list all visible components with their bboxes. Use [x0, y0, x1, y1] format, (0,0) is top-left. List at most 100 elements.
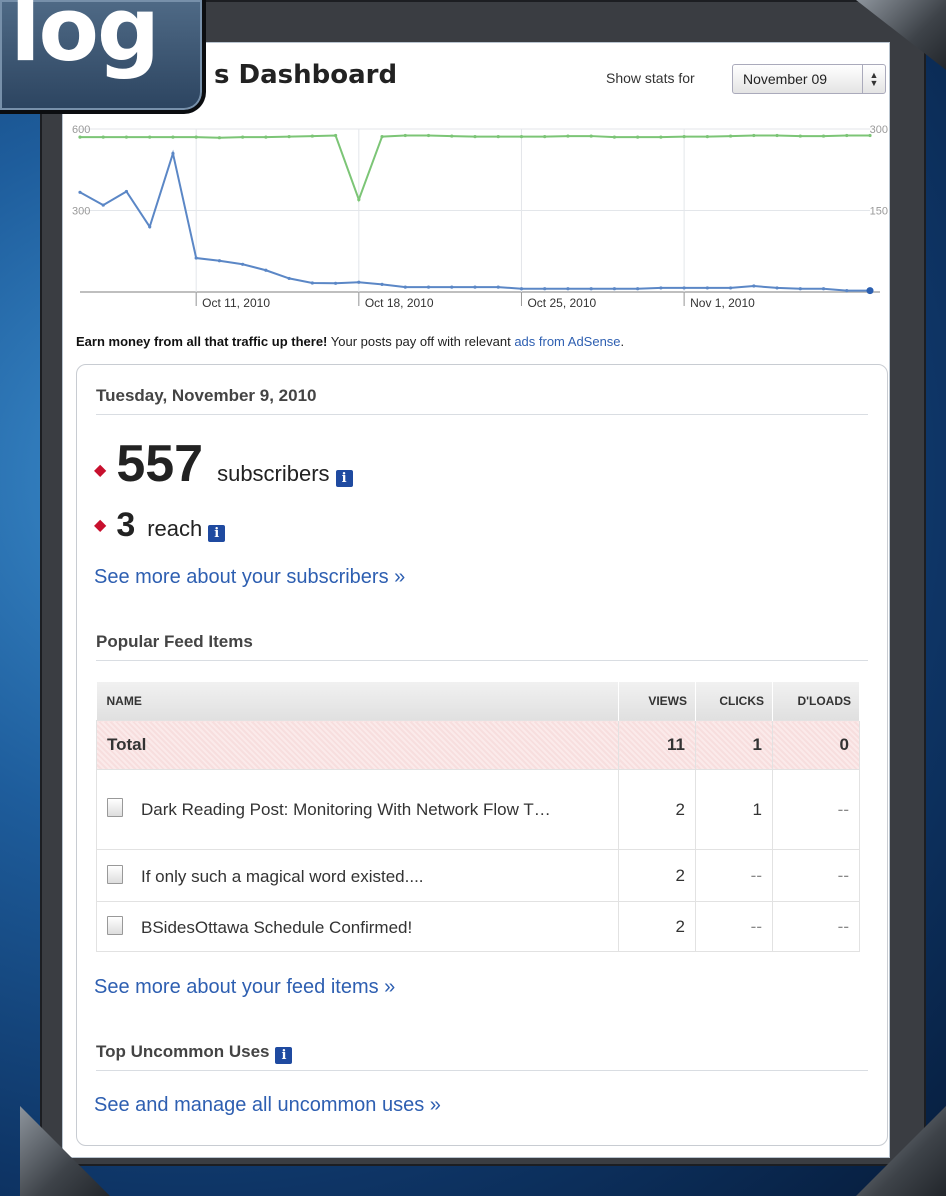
period-select[interactable]: November 09 ▲ ▼ [732, 64, 886, 94]
document-icon [107, 797, 123, 817]
subscribers-count: 557 [116, 435, 204, 493]
blog-logo[interactable]: log [0, 0, 206, 114]
reach-count: 3 [116, 506, 136, 544]
data-point [450, 285, 454, 289]
x-tick-label: Oct 18, 2010 [365, 296, 434, 310]
see-more-subscribers-link[interactable]: See more about your subscribers » [94, 566, 405, 589]
data-point [589, 287, 593, 291]
data-point [566, 287, 570, 291]
manage-uncommon-uses-link[interactable]: See and manage all uncommon uses » [94, 1094, 441, 1117]
y-tick-right: 300 [870, 124, 888, 136]
data-point [845, 289, 849, 293]
promo-headline: Earn money from all that traffic up ther… [76, 334, 328, 349]
data-point [589, 134, 593, 138]
total-dloads: 0 [772, 720, 860, 770]
x-tick-label: Oct 11, 2010 [202, 296, 270, 310]
data-point [636, 135, 640, 139]
data-point [241, 135, 245, 139]
data-point [426, 285, 431, 289]
adsense-link[interactable]: ads from AdSense [514, 334, 620, 349]
series-line [80, 134, 870, 203]
page-title: s Dashboard [214, 60, 398, 90]
column-header-views[interactable]: VIEWS [618, 682, 696, 721]
data-point [287, 276, 291, 281]
data-point [333, 133, 338, 138]
data-point [496, 135, 500, 139]
logo-text: log [10, 0, 160, 81]
feed-item-name[interactable]: Dark Reading Post: Monitoring With Netwo… [96, 769, 619, 850]
promo-end: . [620, 334, 625, 349]
info-icon[interactable]: i [335, 470, 353, 487]
data-point [171, 135, 175, 139]
feed-item-clicks: 1 [695, 769, 773, 850]
data-point [728, 134, 733, 138]
data-point [659, 135, 663, 139]
data-point [612, 287, 617, 291]
see-more-feed-items-link[interactable]: See more about your feed items » [94, 976, 395, 999]
data-point [728, 286, 733, 290]
data-point [403, 133, 407, 138]
data-point [798, 287, 802, 291]
data-point [682, 286, 686, 290]
y-tick-right: 150 [870, 206, 888, 218]
data-point [659, 286, 663, 290]
bullet-icon: ◆ [94, 462, 107, 479]
data-point [217, 259, 222, 263]
series-line [79, 149, 870, 292]
show-stats-label: Show stats for [606, 70, 695, 86]
feed-items-table: NAME VIEWS CLICKS D'LOADS Total 11 1 0 D… [96, 682, 860, 952]
data-point [752, 284, 756, 288]
chart-grid [80, 128, 880, 306]
feed-item-title: Dark Reading Post: Monitoring With Netwo… [141, 799, 551, 819]
promo-text: Your posts pay off with relevant [327, 334, 515, 349]
data-point [333, 281, 338, 285]
uncommon-uses-title: Top Uncommon Uses [96, 1042, 270, 1061]
data-point [101, 203, 105, 207]
feed-item-name[interactable]: BSidesOttawa Schedule Confirmed! [96, 901, 619, 952]
data-point [264, 135, 268, 139]
data-point [473, 285, 477, 289]
data-point [821, 287, 826, 291]
feed-item-dloads: -- [772, 769, 860, 850]
data-point [682, 135, 686, 139]
data-point [264, 268, 268, 272]
info-icon[interactable]: i [208, 525, 226, 542]
summary-date: Tuesday, November 9, 2010 [96, 386, 317, 405]
feed-item-dloads: -- [772, 901, 860, 952]
x-tick-label: Oct 25, 2010 [527, 296, 596, 310]
column-header-dloads[interactable]: D'LOADS [772, 682, 860, 721]
chart-axis-labels: 600 300 300 150 Oct 11, 2010 Oct 18, 2010 Oct … [72, 124, 888, 310]
data-point [217, 136, 222, 140]
column-header-name[interactable]: NAME [96, 682, 619, 721]
data-point [519, 135, 524, 139]
data-point [473, 135, 477, 139]
data-point [612, 135, 617, 139]
data-point [124, 189, 129, 194]
data-point [194, 135, 198, 139]
total-clicks: 1 [695, 720, 773, 770]
data-point [380, 135, 384, 139]
data-point [821, 134, 826, 138]
latest-data-point [866, 287, 874, 295]
data-point [496, 285, 500, 289]
total-views: 11 [618, 720, 696, 770]
document-icon [107, 864, 123, 884]
feed-item-title: If only such a magical word existed.... [141, 866, 424, 886]
column-header-clicks[interactable]: CLICKS [695, 682, 773, 721]
data-point [380, 282, 384, 286]
period-selected-value: November 09 [743, 71, 828, 87]
data-point [775, 133, 779, 138]
data-point [78, 190, 82, 194]
data-point [426, 133, 431, 138]
total-label: Total [96, 720, 619, 770]
feed-item-clicks: -- [695, 849, 773, 902]
chart-series [78, 133, 874, 295]
select-arrows-icon: ▲ ▼ [862, 65, 885, 93]
feed-item-dloads: -- [772, 849, 860, 902]
data-point [148, 135, 152, 139]
feed-item-name[interactable]: If only such a magical word existed.... [96, 849, 619, 902]
info-icon[interactable]: i [275, 1047, 293, 1064]
stats-chart: 600 300 300 150 Oct 11, 2010 Oct 18, 2010 Oct … [72, 124, 888, 310]
data-point [705, 286, 709, 290]
data-point [566, 134, 570, 138]
